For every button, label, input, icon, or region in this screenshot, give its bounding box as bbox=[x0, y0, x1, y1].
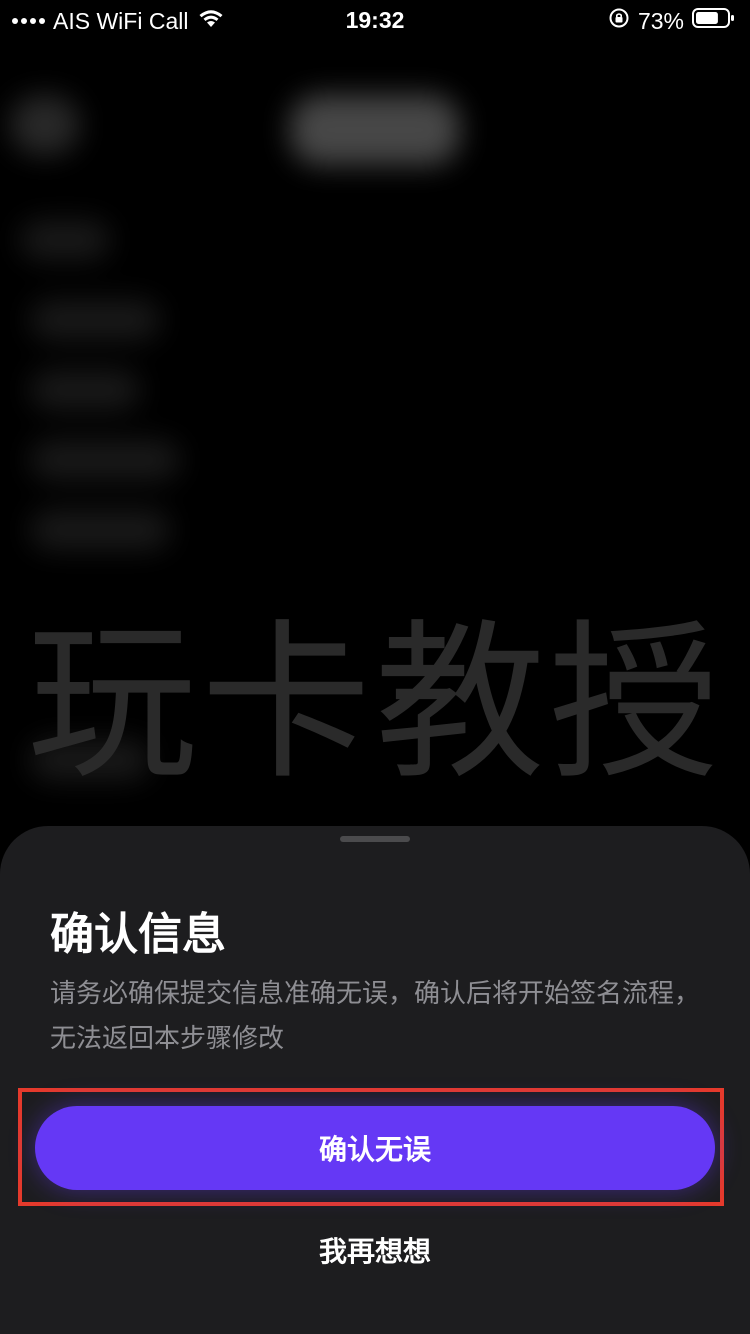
sheet-grabber[interactable] bbox=[340, 836, 410, 842]
rethink-button[interactable]: 我再想想 bbox=[275, 1222, 475, 1278]
confirm-sheet: 确认信息 请务必确保提交信息准确无误，确认后将开始签名流程，无法返回本步骤修改 … bbox=[0, 826, 750, 1334]
watermark-text: 玩卡教授 bbox=[26, 605, 723, 803]
orientation-lock-icon bbox=[608, 7, 630, 35]
sheet-description: 请务必确保提交信息准确无误，确认后将开始签名流程，无法返回本步骤修改 bbox=[50, 979, 701, 1054]
screen: AIS WiFi Call 19:32 73% 玩卡教授 确认信息 请务必确保提… bbox=[0, 0, 750, 1334]
battery-percent: 73% bbox=[637, 7, 684, 34]
status-bar-right: 73% bbox=[608, 7, 736, 35]
status-bar: AIS WiFi Call 19:32 73% bbox=[0, 0, 750, 42]
sheet-title: 确认信息 bbox=[50, 909, 226, 960]
confirm-button[interactable]: 确认无误 bbox=[35, 1106, 715, 1190]
battery-icon bbox=[692, 7, 736, 35]
